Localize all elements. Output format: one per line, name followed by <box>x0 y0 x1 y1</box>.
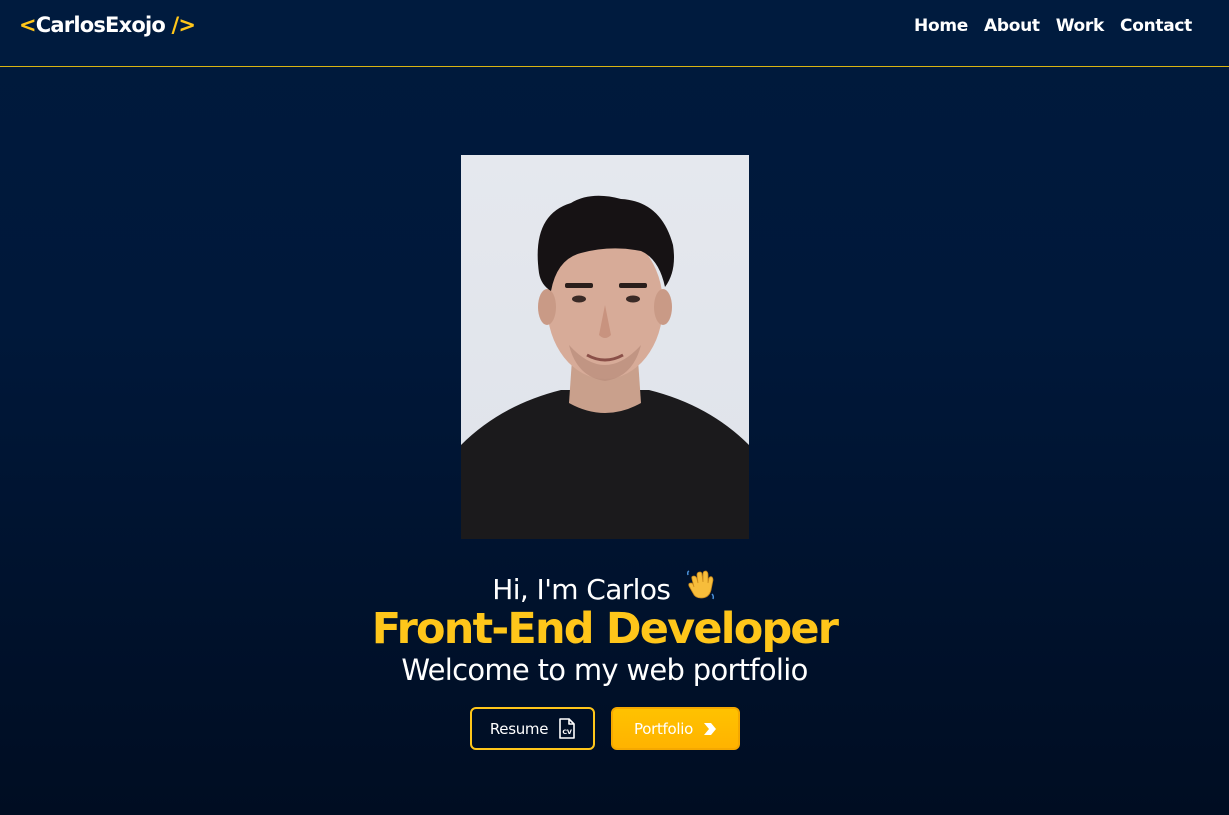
waving-hand-icon <box>685 569 717 608</box>
hero-greeting: Hi, I'm Carlos <box>0 569 1209 608</box>
logo-name: CarlosExojo <box>35 13 166 37</box>
navbar: <CarlosExojo /> Home About Work Contact <box>0 0 1229 67</box>
logo-open-bracket: < <box>19 13 37 37</box>
hero-greeting-text: Hi, I'm Carlos <box>492 573 671 606</box>
profile-photo <box>461 155 749 539</box>
portfolio-button[interactable]: Portfolio <box>611 707 740 750</box>
logo-close-bracket: /> <box>171 13 196 37</box>
cv-file-icon: CV <box>558 718 575 739</box>
nav-link-about[interactable]: About <box>984 16 1040 36</box>
portfolio-button-label: Portfolio <box>633 719 693 738</box>
site-logo[interactable]: <CarlosExojo /> <box>19 13 196 37</box>
hero-role: Front-End Developer <box>371 604 839 654</box>
svg-text:CV: CV <box>563 728 572 736</box>
nav-link-contact[interactable]: Contact <box>1120 16 1192 36</box>
chevron-right-icon <box>703 722 717 736</box>
resume-button-label: Resume <box>489 719 549 738</box>
nav-link-work[interactable]: Work <box>1056 16 1105 36</box>
nav-link-home[interactable]: Home <box>914 16 968 36</box>
hero-welcome: Welcome to my web portfolio <box>401 653 808 687</box>
main-nav: Home About Work Contact <box>914 16 1192 36</box>
resume-button[interactable]: Resume CV <box>470 707 595 750</box>
